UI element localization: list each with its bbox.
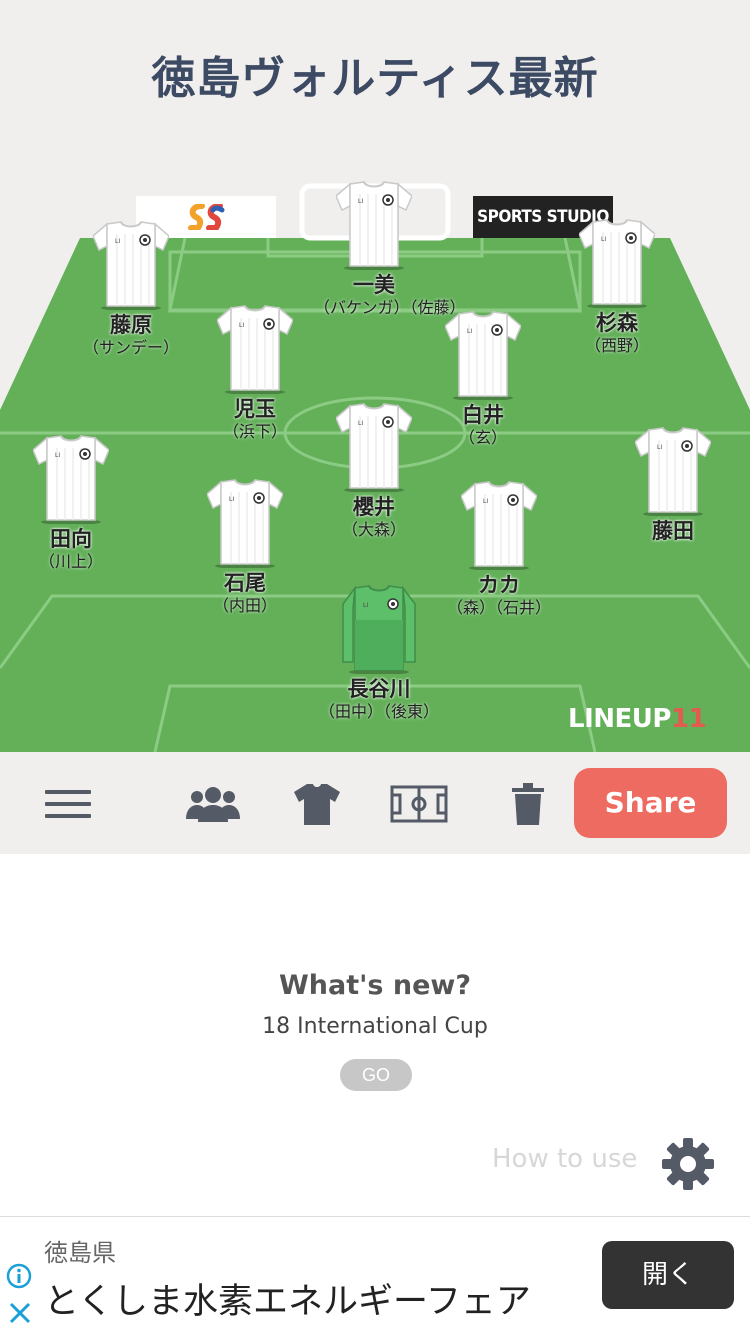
player-card[interactable]: LI 石尾 （内田） <box>185 478 305 616</box>
player-substitutes: （浜下） <box>222 422 287 441</box>
player-substitutes: （川上） <box>38 552 103 571</box>
svg-text:LI: LI <box>229 496 234 503</box>
player-substitutes: （田中）（後東） <box>319 702 440 721</box>
player-name[interactable]: 櫻井 <box>314 494 434 520</box>
svg-text:LI: LI <box>358 198 363 205</box>
player-substitutes: （サンデー） <box>82 338 179 357</box>
formation-icon[interactable] <box>390 782 448 826</box>
svg-text:LI: LI <box>657 444 662 451</box>
shirt-icon[interactable]: LI <box>336 180 412 270</box>
player-name[interactable]: 杉森 <box>557 310 677 336</box>
player-card[interactable]: LI 田向 （川上） <box>11 434 131 572</box>
ad-open-button[interactable]: 開く <box>602 1241 734 1309</box>
player-substitutes: （バケンガ）（佐藤） <box>314 298 466 317</box>
svg-text:LI: LI <box>358 420 363 427</box>
ad-banner[interactable]: 徳島県 とくしま水素エネルギーフェア 開く <box>0 1216 750 1334</box>
player-card[interactable]: LI 児玉 （浜下） <box>195 304 315 442</box>
go-button[interactable]: GO <box>340 1059 412 1091</box>
shirt-icon[interactable]: LI <box>207 478 283 568</box>
player-substitutes: （玄） <box>458 428 507 447</box>
player-name[interactable]: 石尾 <box>185 570 305 596</box>
shirt-icon[interactable]: LI <box>579 218 655 308</box>
player-name[interactable]: 藤原 <box>71 312 191 338</box>
player-name[interactable]: 一美 <box>314 272 434 298</box>
shirt-icon[interactable] <box>292 782 342 826</box>
shirt-icon[interactable]: LI <box>217 304 293 394</box>
shirt-icon[interactable]: LI <box>461 480 537 570</box>
team-icon[interactable] <box>184 782 242 826</box>
player-substitutes: （森）（石井） <box>446 598 551 617</box>
trash-icon[interactable] <box>508 782 548 826</box>
player-card[interactable]: LI 一美 （バケンガ）（佐藤） <box>314 180 466 318</box>
ad-headline[interactable]: とくしま水素エネルギーフェア <box>44 1273 531 1324</box>
page-title: 徳島ヴォルティス最新 <box>151 53 599 104</box>
shirt-icon[interactable]: LI <box>93 220 169 310</box>
player-substitutes: （西野） <box>584 336 649 355</box>
player-substitutes: （内田） <box>212 596 277 615</box>
svg-text:LI: LI <box>115 238 120 245</box>
lineup-board: 徳島ヴォルティス最新 SPORTS STUDIO LI 一美 （バケンガ）（佐藤）… <box>0 0 750 752</box>
shirt-icon[interactable]: LI <box>635 426 711 516</box>
player-name[interactable]: 藤田 <box>613 518 733 544</box>
close-icon[interactable] <box>8 1301 32 1325</box>
player-name[interactable]: 白井 <box>423 402 543 428</box>
whats-new-heading: What's new? <box>278 970 471 1001</box>
player-name[interactable]: カカ <box>439 572 559 598</box>
menu-icon[interactable] <box>44 782 92 826</box>
player-card[interactable]: LI 櫻井 （大森） <box>314 402 434 540</box>
svg-text:LI: LI <box>239 322 244 329</box>
gear-icon[interactable] <box>660 1136 716 1192</box>
ss-logo <box>188 204 225 230</box>
shirt-icon[interactable]: LI <box>33 434 109 524</box>
player-card[interactable]: LI 藤田 <box>613 426 733 544</box>
shirt-icon[interactable]: LI <box>336 402 412 492</box>
player-card[interactable]: LI 藤原 （サンデー） <box>71 220 191 358</box>
svg-text:LI: LI <box>55 452 60 459</box>
player-card[interactable]: LI カカ （森）（石井） <box>439 480 559 618</box>
player-card[interactable]: LI 杉森 （西野） <box>557 218 677 356</box>
player-name[interactable]: 児玉 <box>195 396 315 422</box>
svg-text:LI: LI <box>483 498 488 505</box>
lineup11-logo: LINEUP11 <box>568 704 707 734</box>
info-icon[interactable] <box>6 1263 32 1289</box>
ad-advertiser: 徳島県 <box>44 1239 116 1267</box>
player-name[interactable]: 長谷川 <box>319 676 439 702</box>
svg-text:LI: LI <box>467 328 472 335</box>
how-to-use-link[interactable]: How to use <box>492 1144 637 1174</box>
player-card[interactable]: LI 白井 （玄） <box>423 310 543 448</box>
svg-text:LI: LI <box>601 236 606 243</box>
svg-text:LI: LI <box>363 602 368 609</box>
share-button[interactable]: Share <box>574 768 727 838</box>
player-name[interactable]: 田向 <box>11 526 131 552</box>
player-card[interactable]: LI 長谷川 （田中）（後東） <box>319 584 439 722</box>
goalkeeper-shirt-icon[interactable]: LI <box>341 584 417 674</box>
player-substitutes: （大森） <box>341 520 406 539</box>
shirt-icon[interactable]: LI <box>445 310 521 400</box>
news-item[interactable]: 18 International Cup <box>0 1014 750 1039</box>
